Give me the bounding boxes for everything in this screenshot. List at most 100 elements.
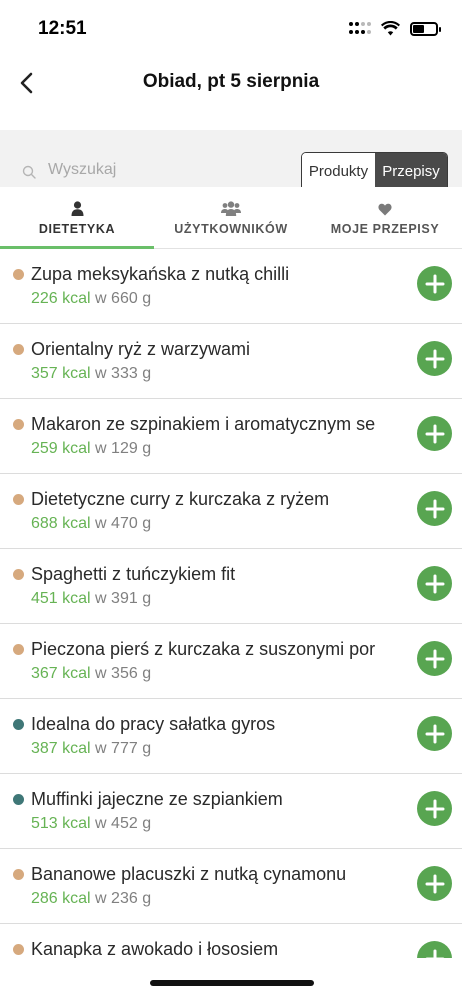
status-bar: 12:51 <box>0 0 462 56</box>
recipe-list-item[interactable]: Zupa meksykańska z nutką chilli 226 kcal… <box>0 249 462 324</box>
status-icons <box>349 21 441 36</box>
recipe-kcal: 226 kcal <box>31 290 91 307</box>
recipe-name: Zupa meksykańska z nutką chilli <box>31 264 290 284</box>
recipe-kcal: 286 kcal <box>31 890 91 907</box>
tab-label: DIETETYKA <box>38 222 116 236</box>
recipe-list-item[interactable]: Bananowe placuszki z nutką cynamonu 286 … <box>0 849 462 924</box>
add-recipe-button[interactable] <box>417 566 452 601</box>
recipe-nutrition: 688 kcal w 470 g <box>31 515 151 533</box>
add-recipe-button[interactable] <box>417 641 452 676</box>
recipe-weight: w 236 g <box>95 890 152 907</box>
cellular-signal-icon <box>349 21 371 36</box>
search-icon <box>22 165 36 179</box>
add-recipe-button[interactable] <box>417 791 452 826</box>
recipe-name: Dietetyczne curry z kurczaka z ryżem <box>31 489 330 509</box>
home-indicator <box>150 980 314 986</box>
add-recipe-button[interactable] <box>417 716 452 751</box>
search-area: Produkty Przepisy <box>0 130 462 188</box>
recipe-name: Muffinki jajeczne ze szpiankiem <box>31 789 283 809</box>
products-toggle-button[interactable]: Produkty <box>302 153 375 187</box>
recipe-list-item[interactable]: Dietetyczne curry z kurczaka z ryżem 688… <box>0 474 462 549</box>
tab-uzytkownikow[interactable]: UŻYTKOWNIKÓW <box>154 187 308 248</box>
products-recipes-toggle: Produkty Przepisy <box>301 152 448 188</box>
tab-label: UŻYTKOWNIKÓW <box>174 222 288 236</box>
category-dot <box>13 644 24 655</box>
heart-icon <box>378 203 392 216</box>
search-input[interactable] <box>48 156 278 184</box>
recipe-list-item[interactable]: Idealna do pracy sałatka gyros 387 kcal … <box>0 699 462 774</box>
recipe-list-item[interactable]: Orientalny ryż z warzywami 357 kcal w 33… <box>0 324 462 399</box>
recipe-nutrition: 513 kcal w 452 g <box>31 815 151 833</box>
recipe-name: Kanapka z awokado i łososiem <box>31 939 279 959</box>
plus-icon <box>425 724 444 743</box>
recipe-name: Orientalny ryż z warzywami <box>31 339 251 359</box>
person-icon <box>71 201 83 216</box>
add-recipe-button[interactable] <box>417 491 452 526</box>
recipe-kcal: 513 kcal <box>31 815 91 832</box>
recipe-list-item[interactable]: Muffinki jajeczne ze szpiankiem 513 kcal… <box>0 774 462 849</box>
recipe-name: Spaghetti z tuńczykiem fit <box>31 564 236 584</box>
category-dot <box>13 344 24 355</box>
category-dot <box>13 569 24 580</box>
recipe-kcal: 367 kcal <box>31 665 91 682</box>
add-recipe-button[interactable] <box>417 341 452 376</box>
add-recipe-button[interactable] <box>417 416 452 451</box>
battery-icon <box>410 21 441 36</box>
recipe-name: Makaron ze szpinakiem i aromatycznym se <box>31 414 376 434</box>
recipe-nutrition: 286 kcal w 236 g <box>31 890 151 908</box>
category-dot <box>13 794 24 805</box>
page-title: Obiad, pt 5 sierpnia <box>142 71 320 92</box>
recipe-name: Bananowe placuszki z nutką cynamonu <box>31 864 347 884</box>
recipe-weight: w 391 g <box>95 590 152 607</box>
tab-dietetyka[interactable]: DIETETYKA <box>0 187 154 249</box>
category-dot <box>13 269 24 280</box>
recipe-nutrition: 451 kcal w 391 g <box>31 590 151 608</box>
recipe-weight: w 777 g <box>95 740 152 757</box>
status-time: 12:51 <box>38 18 87 39</box>
tab-label: MOJE PRZEPISY <box>330 222 440 236</box>
recipe-list-item[interactable]: Pieczona pierś z kurczaka z suszonymi po… <box>0 624 462 699</box>
recipe-name: Idealna do pracy sałatka gyros <box>31 714 276 734</box>
category-dot <box>13 494 24 505</box>
recipe-kcal: 259 kcal <box>31 440 91 457</box>
recipe-nutrition: 357 kcal w 333 g <box>31 365 151 383</box>
nav-bar: Obiad, pt 5 sierpnia <box>0 56 462 130</box>
recipe-nutrition: 259 kcal w 129 g <box>31 440 151 458</box>
recipe-list-item[interactable]: Spaghetti z tuńczykiem fit 451 kcal w 39… <box>0 549 462 624</box>
plus-icon <box>425 649 444 668</box>
recipe-nutrition: 387 kcal w 777 g <box>31 740 151 758</box>
recipe-nutrition: 226 kcal w 660 g <box>31 290 151 308</box>
recipe-weight: w 470 g <box>95 515 152 532</box>
recipe-nutrition: 367 kcal w 356 g <box>31 665 151 683</box>
category-dot <box>13 719 24 730</box>
recipe-weight: w 333 g <box>95 365 152 382</box>
recipe-weight: w 129 g <box>95 440 152 457</box>
add-recipe-button[interactable] <box>417 866 452 901</box>
plus-icon <box>425 274 444 293</box>
recipe-list: Zupa meksykańska z nutką chilli 226 kcal… <box>0 249 462 999</box>
recipe-weight: w 356 g <box>95 665 152 682</box>
recipe-kcal: 688 kcal <box>31 515 91 532</box>
recipe-kcal: 357 kcal <box>31 365 91 382</box>
recipe-source-tabs: DIETETYKA UŻYTKOWNIKÓW MOJE PRZEPISY <box>0 187 462 249</box>
plus-icon <box>425 424 444 443</box>
plus-icon <box>425 499 444 518</box>
recipe-list-item[interactable]: Makaron ze szpinakiem i aromatycznym se … <box>0 399 462 474</box>
plus-icon <box>425 874 444 893</box>
recipe-weight: w 452 g <box>95 815 152 832</box>
plus-icon <box>425 574 444 593</box>
category-dot <box>13 869 24 880</box>
tab-moje-przepisy[interactable]: MOJE PRZEPISY <box>308 187 462 248</box>
users-icon <box>221 201 241 216</box>
plus-icon <box>425 349 444 368</box>
recipe-kcal: 451 kcal <box>31 590 91 607</box>
add-recipe-button[interactable] <box>417 266 452 301</box>
recipe-kcal: 387 kcal <box>31 740 91 757</box>
wifi-icon <box>381 21 400 36</box>
plus-icon <box>425 799 444 818</box>
category-dot <box>13 944 24 955</box>
recipe-weight: w 660 g <box>95 290 152 307</box>
recipe-name: Pieczona pierś z kurczaka z suszonymi po… <box>31 639 376 659</box>
recipes-toggle-button[interactable]: Przepisy <box>375 153 447 187</box>
bottom-safe-area <box>0 958 462 1000</box>
